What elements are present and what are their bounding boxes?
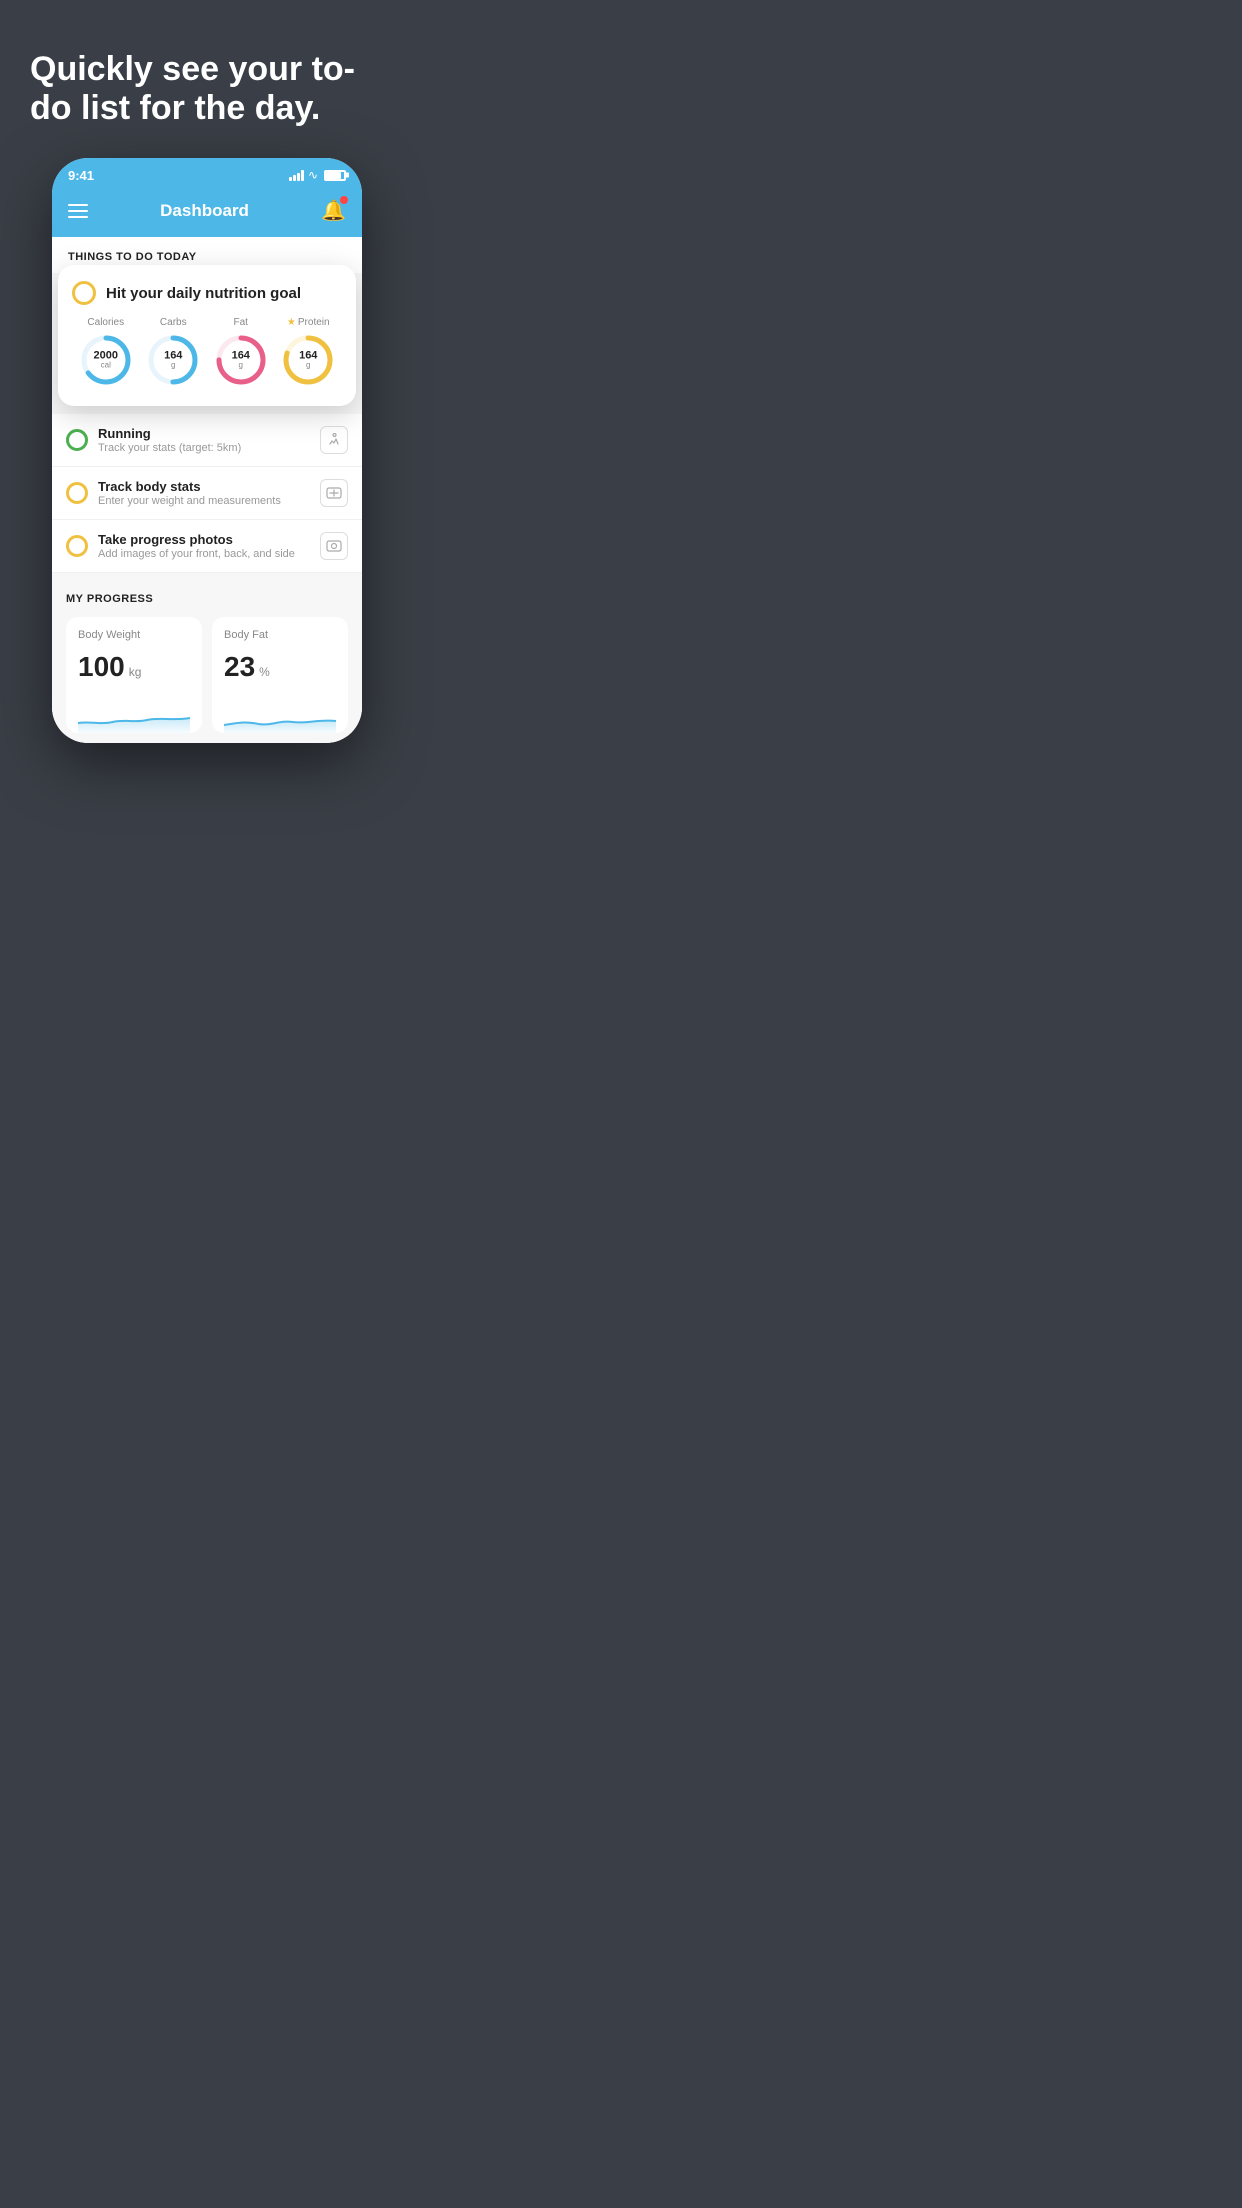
- progress-section-title: MY PROGRESS: [66, 593, 348, 605]
- app-header: Dashboard 🔔: [52, 188, 362, 237]
- body-fat-card[interactable]: Body Fat 23 %: [212, 617, 348, 733]
- progress-photos-check-circle[interactable]: [66, 535, 88, 557]
- fat-ring-circle: 164 g: [213, 332, 269, 388]
- protein-ring: ★ Protein 164 g: [280, 317, 336, 388]
- fat-ring: Fat 164 g: [213, 317, 269, 388]
- phone-frame: 9:41 ∿: [52, 158, 362, 743]
- status-icons: ∿: [289, 168, 346, 182]
- progress-photos-title: Take progress photos: [98, 532, 310, 547]
- body-fat-chart: [224, 693, 336, 733]
- progress-cards: Body Weight 100 kg: [66, 617, 348, 733]
- carbs-ring: Carbs 164 g: [145, 317, 201, 388]
- fat-unit: g: [232, 362, 250, 371]
- body-stats-check-circle[interactable]: [66, 482, 88, 504]
- body-weight-unit: kg: [129, 665, 142, 679]
- body-weight-chart: [78, 693, 190, 733]
- things-section-title: THINGS TO DO TODAY: [68, 251, 346, 263]
- todo-item-body-stats[interactable]: Track body stats Enter your weight and m…: [52, 467, 362, 520]
- body-fat-value: 23: [224, 651, 255, 683]
- body-weight-card[interactable]: Body Weight 100 kg: [66, 617, 202, 733]
- nutrition-card-header: Hit your daily nutrition goal: [72, 281, 342, 305]
- carbs-label: Carbs: [160, 317, 187, 328]
- status-bar: 9:41 ∿: [52, 158, 362, 188]
- body-stats-subtitle: Enter your weight and measurements: [98, 495, 310, 507]
- status-time: 9:41: [68, 168, 94, 183]
- body-weight-card-title: Body Weight: [78, 629, 190, 641]
- running-title: Running: [98, 426, 310, 441]
- protein-star-icon: ★: [287, 317, 296, 328]
- todo-item-running[interactable]: Running Track your stats (target: 5km): [52, 414, 362, 467]
- scale-icon: [320, 479, 348, 507]
- body-stats-title: Track body stats: [98, 479, 310, 494]
- notification-dot: [340, 196, 348, 204]
- protein-ring-circle: 164 g: [280, 332, 336, 388]
- nutrition-card-title: Hit your daily nutrition goal: [106, 285, 301, 302]
- phone-mockup: 9:41 ∿: [52, 158, 362, 743]
- progress-photos-subtitle: Add images of your front, back, and side: [98, 548, 310, 560]
- hero-title: Quickly see your to-do list for the day.: [30, 50, 384, 128]
- battery-icon: [324, 170, 346, 181]
- menu-icon[interactable]: [68, 204, 88, 218]
- fat-label: Fat: [234, 317, 248, 328]
- photo-icon: [320, 532, 348, 560]
- calories-unit: cal: [94, 362, 118, 371]
- running-subtitle: Track your stats (target: 5km): [98, 442, 310, 454]
- calories-label: Calories: [87, 317, 124, 328]
- background-section: Quickly see your to-do list for the day.…: [0, 0, 414, 763]
- protein-unit: g: [299, 362, 317, 371]
- carbs-unit: g: [164, 362, 182, 371]
- nutrition-rings: Calories 2000 cal: [72, 317, 342, 388]
- nutrition-check-circle[interactable]: [72, 281, 96, 305]
- signal-icon: [289, 169, 304, 181]
- app-content: THINGS TO DO TODAY Hit your daily nutrit…: [52, 237, 362, 743]
- calories-ring: Calories 2000 cal: [78, 317, 134, 388]
- body-weight-value: 100: [78, 651, 125, 683]
- progress-section: MY PROGRESS Body Weight 100 kg: [52, 573, 362, 743]
- calories-ring-circle: 2000 cal: [78, 332, 134, 388]
- protein-label: Protein: [298, 317, 330, 328]
- carbs-ring-circle: 164 g: [145, 332, 201, 388]
- body-fat-unit: %: [259, 665, 270, 679]
- todo-list: Running Track your stats (target: 5km): [52, 414, 362, 573]
- running-check-circle[interactable]: [66, 429, 88, 451]
- header-title: Dashboard: [160, 201, 249, 221]
- running-icon: [320, 426, 348, 454]
- wifi-icon: ∿: [308, 168, 318, 182]
- todo-item-progress-photos[interactable]: Take progress photos Add images of your …: [52, 520, 362, 573]
- nutrition-card[interactable]: Hit your daily nutrition goal Calories: [58, 265, 356, 406]
- notification-bell-icon[interactable]: 🔔: [321, 198, 346, 223]
- body-fat-card-title: Body Fat: [224, 629, 336, 641]
